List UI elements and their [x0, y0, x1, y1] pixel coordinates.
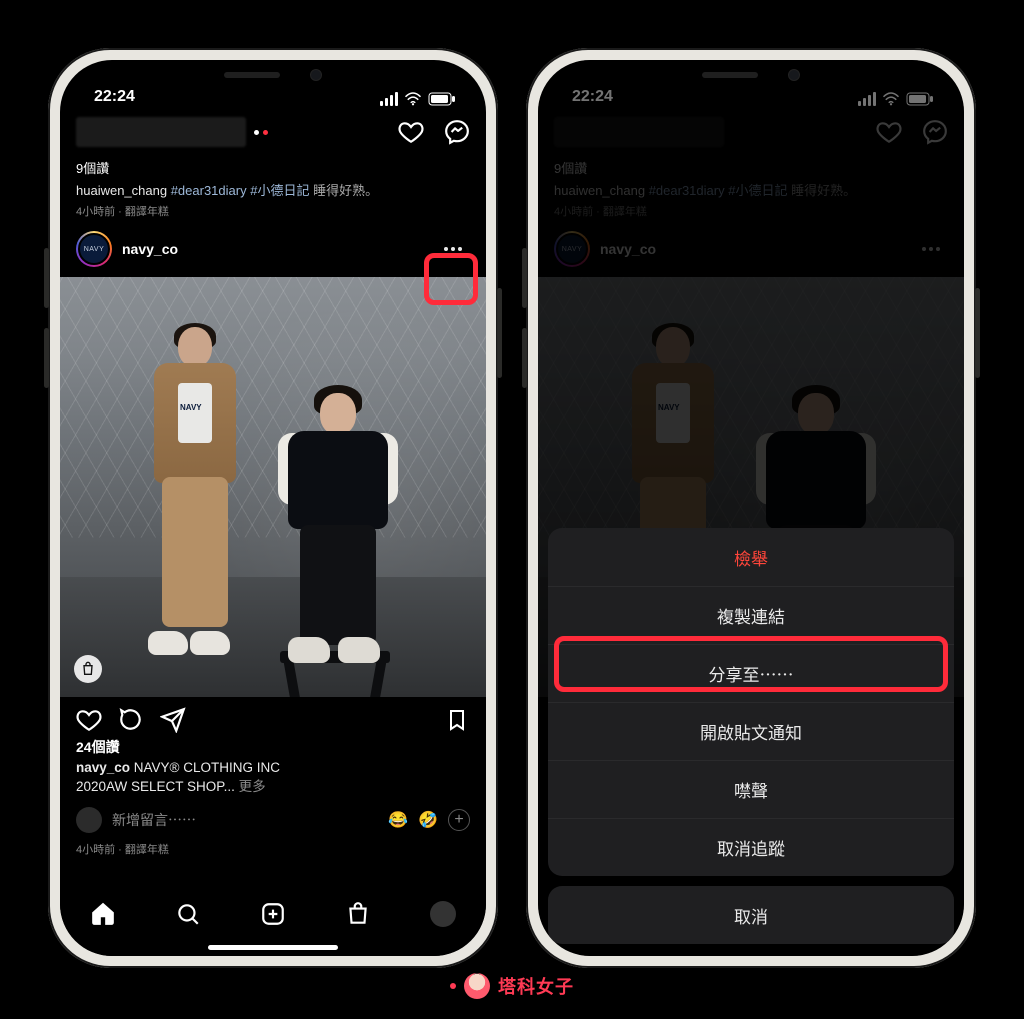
- notch: [656, 60, 846, 90]
- battery-icon: [428, 92, 456, 106]
- account-switcher[interactable]: [76, 117, 246, 147]
- share-icon[interactable]: [160, 707, 186, 733]
- sheet-share-to[interactable]: 分享至⋯⋯: [548, 644, 954, 702]
- wifi-icon: [404, 92, 422, 106]
- screen-left: 22:24: [60, 60, 486, 956]
- sheet-post-notifications[interactable]: 開啟貼文通知: [548, 702, 954, 760]
- prev-translate[interactable]: 翻譯年糕: [125, 206, 169, 218]
- prev-time: 4小時前: [76, 206, 115, 218]
- screen-right: 22:24 9個讚 huaiwen_chang: [538, 60, 964, 956]
- prev-username[interactable]: huaiwen_chang: [76, 183, 167, 198]
- previous-post-tail: 9個讚 huaiwen_chang #dear31diary #小德日記 睡得好…: [60, 158, 486, 219]
- watermark: 塔科女子: [450, 973, 574, 999]
- sheet-unfollow[interactable]: 取消追蹤: [548, 818, 954, 876]
- comment-placeholder[interactable]: 新增留言⋯⋯: [112, 810, 378, 830]
- prev-timestamp-row: 4小時前 · 翻譯年糕: [76, 203, 470, 219]
- tab-shop[interactable]: [343, 899, 373, 929]
- post-header: NAVY navy_co: [60, 219, 486, 277]
- phone-left: 22:24: [48, 48, 498, 968]
- caption-username[interactable]: navy_co: [76, 760, 130, 775]
- sheet-cancel[interactable]: 取消: [548, 886, 954, 944]
- post-time: 4小時前: [76, 844, 115, 856]
- watermark-mascot-icon: [464, 973, 490, 999]
- tab-bar: [60, 886, 486, 956]
- sheet-copy-link[interactable]: 複製連結: [548, 586, 954, 644]
- more-emoji-button[interactable]: +: [448, 809, 470, 831]
- quick-emoji-2[interactable]: 🤣: [418, 810, 438, 830]
- prev-likes[interactable]: 9個讚: [76, 158, 470, 177]
- status-time: 22:24: [94, 88, 135, 106]
- cellular-icon: [380, 92, 398, 106]
- action-sheet-group: 檢舉 複製連結 分享至⋯⋯ 開啟貼文通知 噤聲 取消追蹤: [548, 528, 954, 876]
- prev-hashtag-2[interactable]: #小德日記: [250, 183, 309, 198]
- shopping-tag-icon[interactable]: [74, 655, 102, 683]
- watermark-text: 塔科女子: [498, 973, 574, 999]
- post-translate[interactable]: 翻譯年糕: [125, 844, 169, 856]
- bookmark-icon[interactable]: [444, 707, 470, 733]
- activity-heart-icon[interactable]: [398, 119, 424, 145]
- prev-hashtag-1[interactable]: #dear31diary: [171, 183, 247, 198]
- messenger-icon[interactable]: [444, 119, 470, 145]
- post-likes[interactable]: 24個讚: [60, 737, 486, 757]
- post-avatar[interactable]: NAVY: [76, 231, 112, 267]
- prev-caption-tail: 睡得好熟。: [313, 183, 378, 198]
- quick-emoji-1[interactable]: 😂: [388, 810, 408, 830]
- post-user[interactable]: NAVY navy_co: [76, 231, 178, 267]
- action-sheet: 檢舉 複製連結 分享至⋯⋯ 開啟貼文通知 噤聲 取消追蹤 取消: [548, 528, 954, 944]
- post-username[interactable]: navy_co: [122, 241, 178, 257]
- sheet-report[interactable]: 檢舉: [548, 528, 954, 586]
- prev-caption[interactable]: huaiwen_chang #dear31diary #小德日記 睡得好熟。: [76, 180, 470, 199]
- tab-profile[interactable]: [428, 899, 458, 929]
- caption-more[interactable]: 更多: [239, 779, 266, 794]
- post-caption[interactable]: navy_co NAVY® CLOTHING INC 2020AW SELECT…: [60, 757, 486, 797]
- post-image[interactable]: [60, 277, 486, 697]
- add-comment-row[interactable]: 新增留言⋯⋯ 😂 🤣 +: [60, 797, 486, 835]
- like-heart-icon[interactable]: [76, 707, 102, 733]
- notification-indicator: [254, 130, 268, 135]
- comment-icon[interactable]: [118, 707, 144, 733]
- home-indicator: [208, 945, 338, 950]
- more-dots-icon: [444, 247, 462, 251]
- tab-home[interactable]: [88, 899, 118, 929]
- tab-create[interactable]: [258, 899, 288, 929]
- app-header: [60, 108, 486, 156]
- post-action-bar: [60, 697, 486, 737]
- phone-right: 22:24 9個讚 huaiwen_chang: [526, 48, 976, 968]
- post-more-button[interactable]: [436, 232, 470, 266]
- post-timestamp-row: 4小時前 · 翻譯年糕: [60, 835, 486, 857]
- sheet-mute[interactable]: 噤聲: [548, 760, 954, 818]
- my-avatar: [76, 807, 102, 833]
- profile-avatar-icon: [430, 901, 456, 927]
- notch: [178, 60, 368, 90]
- tab-search[interactable]: [173, 899, 203, 929]
